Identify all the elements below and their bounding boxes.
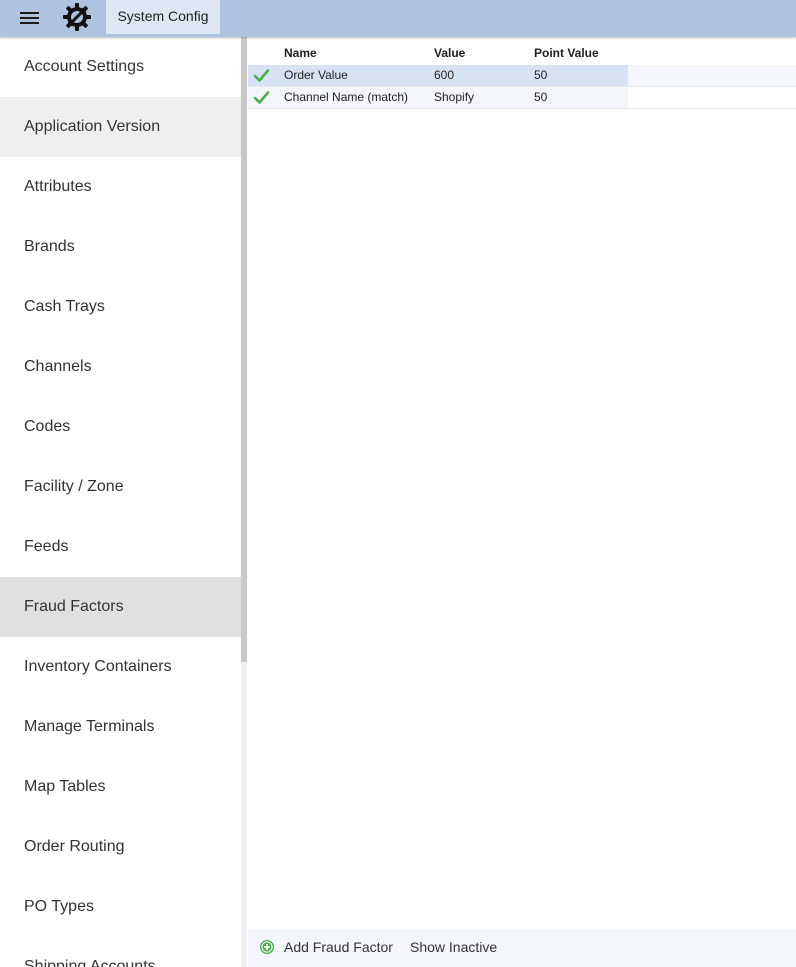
sidebar-item-order-routing[interactable]: Order Routing	[0, 817, 241, 877]
sidebar-item-codes[interactable]: Codes	[0, 397, 241, 457]
sidebar-item-cash-trays[interactable]: Cash Trays	[0, 277, 241, 337]
sidebar-scrollbar-thumb[interactable]	[241, 37, 247, 662]
top-app-bar: System Config	[0, 0, 796, 37]
sidebar-item-channels[interactable]: Channels	[0, 337, 241, 397]
sidebar-item-po-types[interactable]: PO Types	[0, 877, 241, 937]
sidebar-item-manage-terminals[interactable]: Manage Terminals	[0, 697, 241, 757]
sidebar-item-account-settings[interactable]: Account Settings	[0, 37, 241, 97]
sidebar-item-shipping-accounts[interactable]: Shipping Accounts	[0, 937, 241, 967]
column-header-name[interactable]: Name	[284, 43, 317, 64]
grid-footer-toolbar: Add Fraud Factor Show Inactive	[248, 930, 796, 967]
grid-header: Name Value Point Value	[248, 37, 796, 65]
sidebar-item-attributes[interactable]: Attributes	[0, 157, 241, 217]
sidebar-item-map-tables[interactable]: Map Tables	[0, 757, 241, 817]
sidebar-item-feeds[interactable]: Feeds	[0, 517, 241, 577]
table-row[interactable]: Channel Name (match) Shopify 50	[248, 87, 796, 109]
plus-circle-icon	[260, 940, 274, 954]
cell-point-value: 50	[534, 68, 548, 82]
cell-name: Order Value	[284, 68, 348, 82]
fraud-factors-grid: Name Value Point Value Order Value 600 5…	[248, 37, 796, 930]
sidebar-scrollbar[interactable]	[241, 37, 247, 967]
sidebar-item-brands[interactable]: Brands	[0, 217, 241, 277]
sidebar-item-fraud-factors[interactable]: Fraud Factors	[0, 577, 241, 637]
gear-wrench-logo-icon[interactable]	[61, 1, 93, 33]
add-fraud-factor-button[interactable]: Add Fraud Factor	[260, 930, 393, 964]
sidebar-item-inventory-containers[interactable]: Inventory Containers	[0, 637, 241, 697]
cell-value: 600	[434, 68, 455, 82]
show-inactive-button[interactable]: Show Inactive	[410, 930, 497, 964]
table-row[interactable]: Order Value 600 50	[248, 65, 796, 87]
cell-value: Shopify	[434, 90, 475, 104]
check-icon	[253, 69, 270, 82]
sidebar-item-facility-zone[interactable]: Facility / Zone	[0, 457, 241, 517]
add-fraud-factor-label: Add Fraud Factor	[284, 939, 393, 955]
cell-point-value: 50	[534, 90, 548, 104]
column-header-point-value[interactable]: Point Value	[534, 43, 599, 64]
app-title-tab[interactable]: System Config	[106, 0, 220, 34]
hamburger-menu-icon[interactable]	[20, 11, 40, 25]
cell-name: Channel Name (match)	[284, 90, 409, 104]
sidebar-item-application-version[interactable]: Application Version	[0, 97, 241, 157]
check-icon	[253, 91, 270, 104]
column-header-value[interactable]: Value	[434, 43, 465, 64]
sidebar-nav: Account Settings Application Version Att…	[0, 37, 241, 967]
